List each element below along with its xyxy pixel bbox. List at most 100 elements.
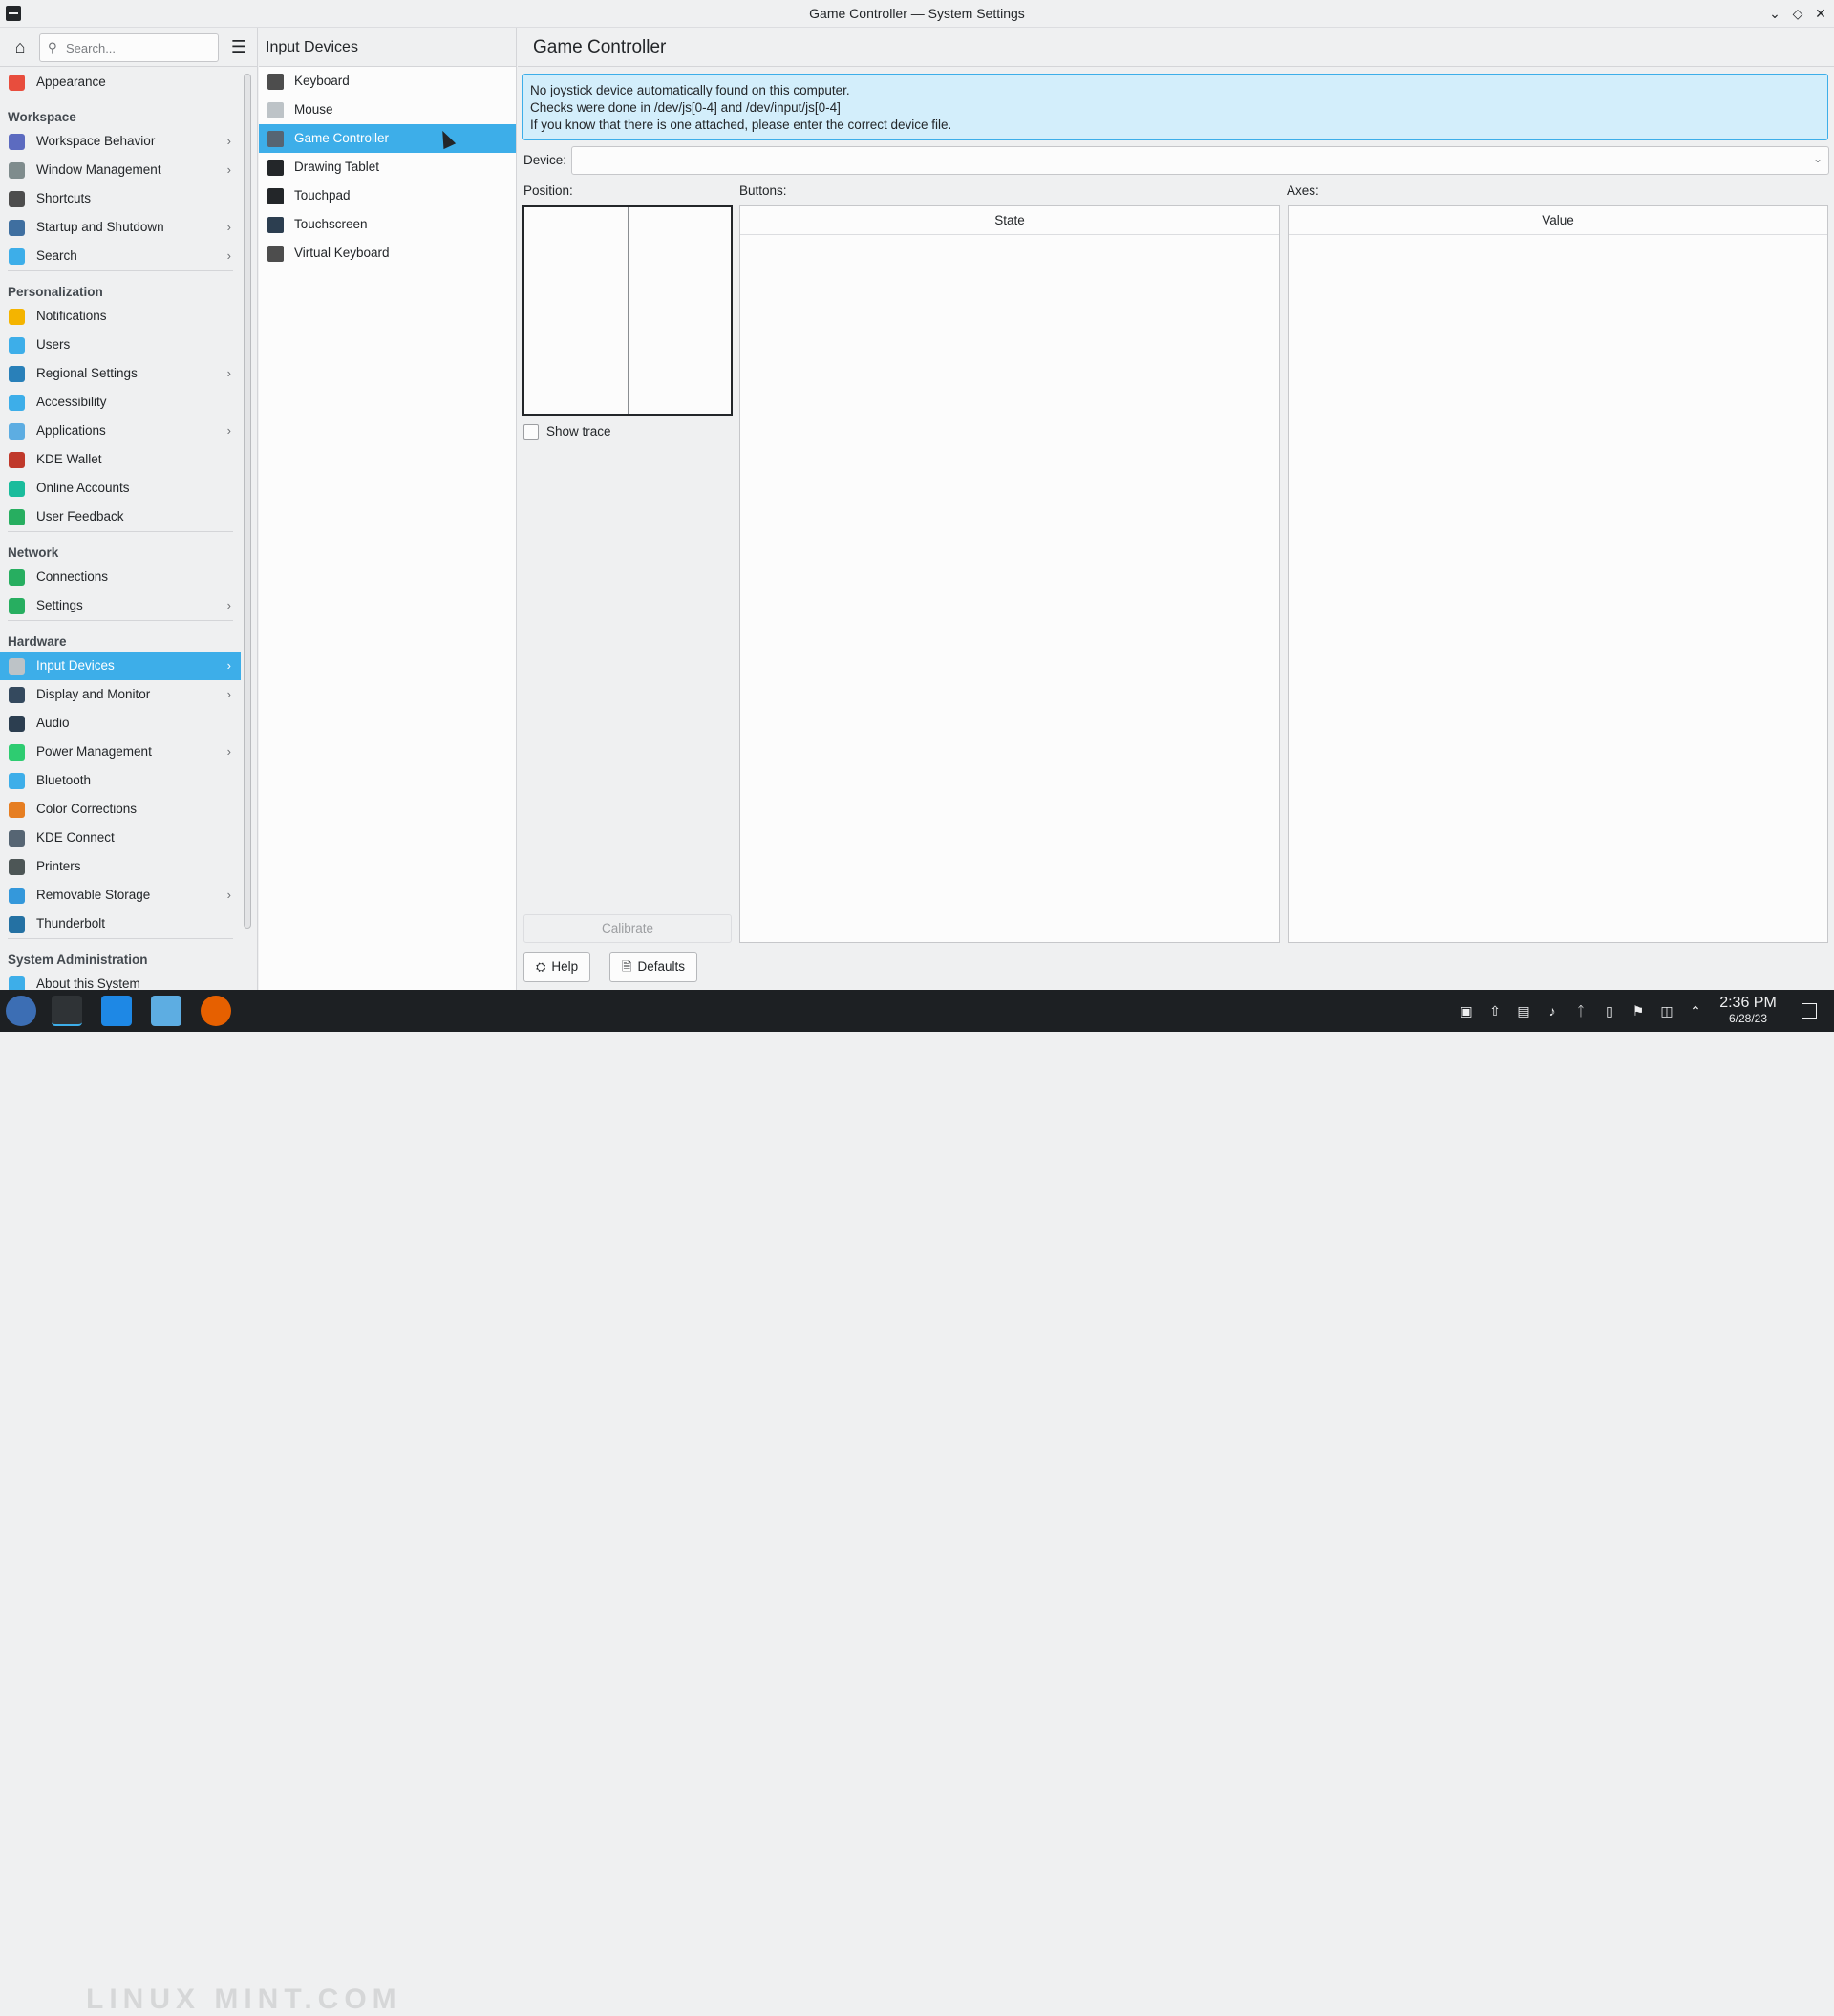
sidebar-item-label: Startup and Shutdown bbox=[36, 220, 164, 234]
tray-expand-icon[interactable]: ⌃ bbox=[1687, 1002, 1704, 1019]
sidebar-item-label: Removable Storage bbox=[36, 888, 151, 902]
device-label: Device: bbox=[523, 153, 567, 167]
buttons-column-header[interactable]: State bbox=[740, 206, 1279, 235]
system-settings-task-icon[interactable] bbox=[52, 996, 82, 1026]
network-tray-icon[interactable]: ◫ bbox=[1658, 1002, 1675, 1019]
sidebar-item-printers[interactable]: Printers bbox=[0, 852, 241, 881]
axes-table[interactable]: Value bbox=[1288, 205, 1828, 943]
fedora-launcher-icon[interactable] bbox=[6, 996, 36, 1026]
sidebar-item-label: Power Management bbox=[36, 744, 152, 759]
sidebar-item-label: Connections bbox=[36, 569, 109, 584]
bluetooth-tray-icon[interactable]: ᛏ bbox=[1572, 1002, 1589, 1019]
chevron-right-icon: › bbox=[226, 248, 231, 263]
info-line-1: No joystick device automatically found o… bbox=[530, 83, 850, 97]
maximize-icon[interactable]: ◇ bbox=[1788, 4, 1807, 23]
sidebar-item-applications[interactable]: Applications › bbox=[0, 417, 241, 445]
defaults-button[interactable]: 🗎 Defaults bbox=[609, 952, 697, 982]
input-device-item-keyboard[interactable]: Keyboard bbox=[259, 67, 516, 96]
sidebar-toolbar: ⌂ ⚲ ☰ bbox=[0, 28, 257, 67]
sidebar-item-bluetooth[interactable]: Bluetooth bbox=[0, 766, 241, 795]
subcategory-panel: Input Devices Keyboard Mouse Game Controll… bbox=[259, 28, 517, 990]
sidebar-item-accessibility[interactable]: Accessibility bbox=[0, 388, 241, 417]
sidebar-item-label: Search bbox=[36, 248, 77, 263]
input-device-label: Drawing Tablet bbox=[294, 160, 380, 174]
home-icon[interactable]: ⌂ bbox=[9, 36, 32, 59]
chevron-right-icon: › bbox=[226, 658, 231, 673]
input-device-label: Touchscreen bbox=[294, 217, 368, 231]
sidebar-item-notifications[interactable]: Notifications bbox=[0, 302, 241, 331]
file-manager-icon[interactable] bbox=[151, 996, 181, 1026]
buttons-table[interactable]: State bbox=[739, 205, 1280, 943]
sidebar-item-appearance[interactable]: Appearance bbox=[0, 68, 241, 97]
volume-tray-icon[interactable]: ♪ bbox=[1544, 1002, 1561, 1019]
app-store-icon[interactable] bbox=[101, 996, 132, 1026]
touchscreen-icon bbox=[267, 217, 284, 233]
firefox-icon[interactable] bbox=[201, 996, 231, 1026]
usb-tray-icon[interactable]: ▯ bbox=[1601, 1002, 1618, 1019]
sidebar-item-label: Appearance bbox=[36, 75, 106, 89]
clipboard-tray-icon[interactable]: ▤ bbox=[1515, 1002, 1532, 1019]
sidebar-item-label: Regional Settings bbox=[36, 366, 138, 380]
user-feedback-icon bbox=[9, 509, 25, 525]
device-combobox[interactable]: ⌄ bbox=[571, 146, 1829, 175]
notifications-icon bbox=[9, 309, 25, 325]
sidebar-item-kde-connect[interactable]: KDE Connect bbox=[0, 824, 241, 852]
close-icon[interactable]: ✕ bbox=[1811, 4, 1830, 23]
input-device-item-virtual-keyboard[interactable]: Virtual Keyboard bbox=[259, 239, 516, 268]
sidebar-item-kde-wallet[interactable]: KDE Wallet bbox=[0, 445, 241, 474]
search-input[interactable] bbox=[64, 38, 212, 57]
touchpad-icon bbox=[267, 188, 284, 204]
sidebar-item-shortcuts[interactable]: Shortcuts bbox=[0, 184, 241, 213]
calibrate-button[interactable]: Calibrate bbox=[523, 914, 732, 943]
input-device-item-mouse[interactable]: Mouse bbox=[259, 96, 516, 124]
input-device-item-touchpad[interactable]: Touchpad bbox=[259, 182, 516, 210]
sidebar-section-system-administration: System Administration bbox=[8, 953, 148, 967]
input-device-item-drawing-tablet[interactable]: Drawing Tablet bbox=[259, 153, 516, 182]
sidebar-item-search[interactable]: Search › bbox=[0, 242, 241, 270]
sidebar-item-user-feedback[interactable]: User Feedback bbox=[0, 503, 241, 531]
regional-settings-icon bbox=[9, 366, 25, 382]
chevron-down-icon: ⌄ bbox=[1812, 152, 1823, 165]
subcategory-title: Input Devices bbox=[259, 28, 516, 67]
gamepad-tray-icon[interactable]: ▣ bbox=[1458, 1002, 1475, 1019]
shortcuts-icon bbox=[9, 191, 25, 207]
help-button[interactable]: ⛭ Help bbox=[523, 952, 591, 982]
workspace-behavior-icon bbox=[9, 134, 25, 150]
update-tray-icon[interactable]: ⇧ bbox=[1486, 1002, 1503, 1019]
keyboard-layout-tray-icon[interactable]: ⚑ bbox=[1630, 1002, 1647, 1019]
sidebar-item-startup-and-shutdown[interactable]: Startup and Shutdown › bbox=[0, 213, 241, 242]
chevron-right-icon: › bbox=[226, 598, 231, 612]
sidebar-scrollbar[interactable] bbox=[244, 74, 251, 929]
sidebar-item-window-management[interactable]: Window Management › bbox=[0, 156, 241, 184]
sidebar-item-removable-storage[interactable]: Removable Storage › bbox=[0, 881, 241, 910]
hamburger-menu-icon[interactable]: ☰ bbox=[227, 36, 250, 59]
show-trace-option[interactable]: Show trace bbox=[523, 424, 611, 440]
input-device-item-touchscreen[interactable]: Touchscreen bbox=[259, 210, 516, 239]
page-title: Game Controller bbox=[518, 28, 1834, 67]
window-title: Game Controller — System Settings bbox=[809, 6, 1025, 21]
show-trace-checkbox[interactable] bbox=[523, 424, 539, 440]
sidebar-item-label: KDE Wallet bbox=[36, 452, 102, 466]
minimize-icon[interactable]: ⌄ bbox=[1765, 4, 1784, 23]
watermark: LINUX MINT.COM bbox=[86, 1984, 402, 2015]
search-box[interactable]: ⚲ bbox=[39, 33, 219, 62]
sidebar-item-input-devices[interactable]: Input Devices › bbox=[0, 652, 241, 680]
sidebar-item-label: Printers bbox=[36, 859, 81, 873]
input-device-item-game-controller[interactable]: Game Controller bbox=[259, 124, 516, 153]
sidebar-item-display-and-monitor[interactable]: Display and Monitor › bbox=[0, 680, 241, 709]
sidebar-item-color-corrections[interactable]: Color Corrections bbox=[0, 795, 241, 824]
sidebar-item-about-this-system[interactable]: About this System bbox=[0, 970, 241, 990]
input-device-label: Touchpad bbox=[294, 188, 351, 203]
show-desktop-icon[interactable] bbox=[1802, 1003, 1817, 1019]
axes-column-header[interactable]: Value bbox=[1289, 206, 1827, 235]
sidebar-item-settings[interactable]: Settings › bbox=[0, 591, 241, 620]
sidebar-item-audio[interactable]: Audio bbox=[0, 709, 241, 738]
sidebar-item-thunderbolt[interactable]: Thunderbolt bbox=[0, 910, 241, 938]
sidebar-item-power-management[interactable]: Power Management › bbox=[0, 738, 241, 766]
sidebar-item-regional-settings[interactable]: Regional Settings › bbox=[0, 359, 241, 388]
sidebar-item-workspace-behavior[interactable]: Workspace Behavior › bbox=[0, 127, 241, 156]
sidebar-item-online-accounts[interactable]: Online Accounts bbox=[0, 474, 241, 503]
sidebar-item-connections[interactable]: Connections bbox=[0, 563, 241, 591]
sidebar-item-users[interactable]: Users bbox=[0, 331, 241, 359]
clock[interactable]: 2:36 PM 6/28/23 bbox=[1710, 995, 1786, 1025]
